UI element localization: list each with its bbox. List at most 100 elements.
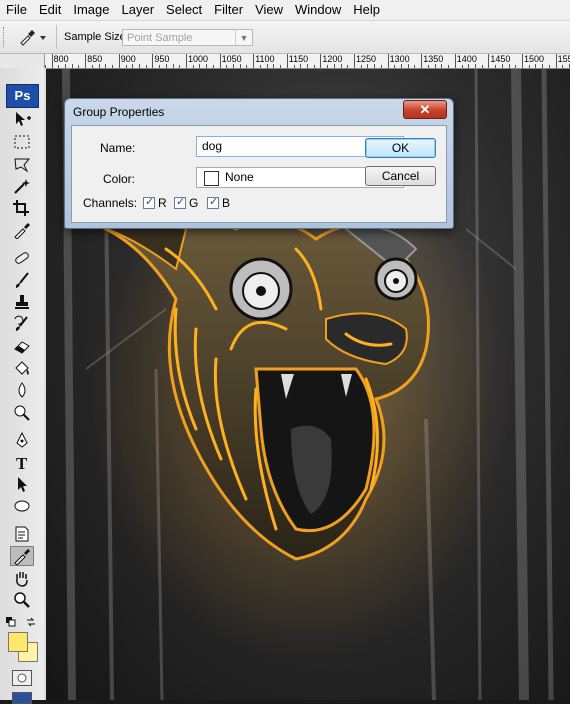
ruler-minor-tick	[360, 65, 362, 68]
ruler-minor-tick	[394, 65, 396, 68]
menu-bar: File Edit Image Layer Select Filter View…	[0, 0, 570, 21]
ruler-major-tick	[85, 54, 87, 68]
notes-tool[interactable]	[10, 524, 34, 544]
menu-view[interactable]: View	[249, 0, 289, 20]
type-icon: T	[16, 454, 28, 471]
slice-eyedropper-tool[interactable]	[10, 220, 34, 240]
magic-wand-tool[interactable]	[10, 176, 34, 196]
dodge-tool[interactable]	[10, 402, 34, 422]
ruler-label: 1450	[490, 54, 511, 64]
ellipse-icon	[14, 500, 30, 512]
ruler-minor-tick	[562, 65, 564, 68]
healing-brush-icon	[15, 252, 29, 264]
default-colors-icon[interactable]	[6, 616, 16, 627]
ruler-minor-tick	[347, 65, 349, 68]
foreground-color-swatch[interactable]	[8, 632, 28, 652]
horizontal-ruler[interactable]: 7508008509009501000105011001150120012501…	[45, 54, 570, 69]
menu-edit[interactable]: Edit	[33, 0, 67, 20]
menu-layer[interactable]: Layer	[116, 0, 161, 20]
ruler-major-tick	[118, 54, 120, 68]
ps-logo[interactable]: Ps	[6, 84, 39, 108]
notes-icon	[15, 526, 29, 542]
pen-icon	[16, 431, 28, 448]
ruler-minor-tick	[192, 65, 194, 68]
eraser-tool[interactable]	[10, 336, 34, 356]
ruler-minor-tick	[414, 65, 416, 68]
swap-colors-icon[interactable]	[26, 616, 36, 627]
healing-brush-tool[interactable]	[10, 248, 34, 268]
close-icon[interactable]: ✕	[403, 100, 447, 119]
history-brush-tool[interactable]	[10, 314, 34, 334]
ruler-corner	[0, 54, 44, 68]
paint-bucket-icon	[15, 361, 29, 375]
menu-help[interactable]: Help	[347, 0, 386, 20]
ellipse-tool[interactable]	[10, 496, 34, 516]
hand-tool[interactable]	[10, 568, 34, 588]
ruler-minor-tick	[233, 64, 235, 68]
ruler-label: 950	[154, 54, 170, 64]
crop-tool[interactable]	[10, 198, 34, 218]
options-bar-grip[interactable]	[3, 27, 7, 47]
ruler-major-tick	[219, 54, 221, 68]
chevron-down-icon	[40, 36, 46, 40]
ruler-minor-tick	[138, 64, 140, 68]
brush-tool[interactable]	[10, 270, 34, 290]
ruler-minor-tick	[293, 65, 295, 68]
group-properties-dialog: Group Properties ✕ Name: dog Color: None…	[64, 98, 454, 229]
ruler-minor-tick	[259, 65, 261, 68]
path-select-tool[interactable]	[10, 474, 34, 494]
ruler-minor-tick	[468, 64, 470, 68]
ruler-minor-tick	[246, 65, 248, 68]
ruler-major-tick	[253, 54, 255, 68]
ruler-major-tick	[186, 54, 187, 68]
screen-mode-icon[interactable]	[12, 692, 32, 704]
eyedropper-tool[interactable]	[10, 546, 34, 566]
quick-mask-icon[interactable]	[12, 670, 32, 686]
ruler-minor-tick	[132, 64, 134, 68]
ruler-major-tick	[421, 54, 423, 68]
ok-button[interactable]: OK	[365, 138, 436, 158]
sample-size-select[interactable]: Point Sample ▼	[122, 29, 253, 46]
crop-icon	[13, 200, 29, 216]
channel-b-checkbox[interactable]: B	[207, 195, 230, 210]
eraser-icon	[14, 341, 30, 354]
channel-g-checkbox[interactable]: G	[174, 195, 198, 210]
lasso-tool[interactable]	[10, 154, 34, 174]
ruler-major-tick	[286, 54, 288, 68]
ruler-minor-tick	[481, 65, 483, 68]
ruler-minor-tick	[528, 65, 530, 68]
ruler-minor-tick	[78, 65, 80, 68]
ruler-label: 1100	[255, 54, 275, 64]
tool-preset-picker[interactable]	[13, 26, 49, 48]
ruler-minor-tick	[327, 65, 329, 68]
pen-tool[interactable]	[10, 430, 34, 450]
menu-select[interactable]: Select	[160, 0, 208, 20]
ruler-minor-tick	[206, 64, 208, 68]
zoom-tool[interactable]	[10, 590, 34, 610]
ruler-major-tick	[454, 54, 456, 68]
marquee-tool[interactable]	[10, 132, 34, 152]
ruler-minor-tick	[300, 64, 302, 68]
ruler-minor-tick	[58, 65, 60, 68]
svg-text:T: T	[16, 454, 28, 471]
menu-image[interactable]: Image	[67, 0, 115, 20]
cancel-button[interactable]: Cancel	[365, 166, 436, 186]
ruler-minor-tick	[199, 64, 201, 68]
ruler-minor-tick	[367, 64, 369, 68]
ruler-minor-tick	[306, 64, 308, 68]
type-tool[interactable]: T	[10, 452, 34, 472]
menu-filter[interactable]: Filter	[208, 0, 249, 20]
options-separator	[56, 25, 57, 49]
ruler-minor-tick	[501, 64, 503, 68]
menu-file[interactable]: File	[0, 0, 33, 20]
checkbox-checked-icon	[143, 195, 155, 209]
ruler-label: 1500	[524, 54, 545, 64]
blur-tool[interactable]	[10, 380, 34, 400]
clone-stamp-tool[interactable]	[10, 292, 34, 312]
ruler-major-tick	[522, 54, 523, 68]
ruler-minor-tick	[313, 65, 315, 68]
channel-r-checkbox[interactable]: R	[143, 195, 167, 210]
move-tool[interactable]	[10, 109, 34, 129]
menu-window[interactable]: Window	[289, 0, 347, 20]
paint-bucket-tool[interactable]	[10, 358, 34, 378]
